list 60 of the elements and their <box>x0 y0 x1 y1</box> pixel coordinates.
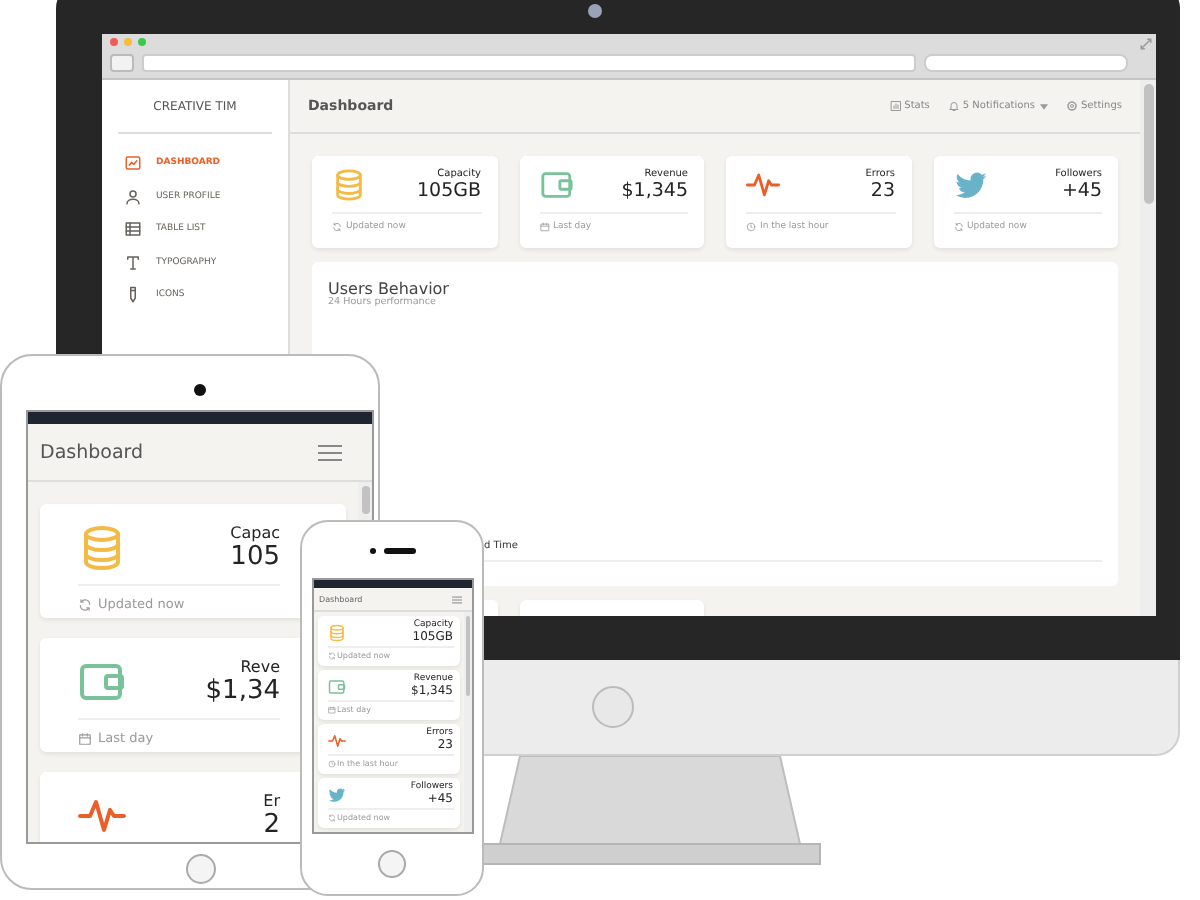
stat-label: Er <box>263 792 280 810</box>
chart-title: Users Behavior <box>328 280 451 298</box>
stat-label: Reve <box>240 658 280 676</box>
minimize-window-icon[interactable] <box>124 38 132 46</box>
stat-value: $1,345 <box>621 180 688 202</box>
stat-value: 23 <box>870 180 895 202</box>
page-title: Dashboard <box>40 441 144 463</box>
speaker-slot <box>383 547 415 553</box>
user-icon <box>124 187 142 205</box>
wallet-icon <box>539 168 573 202</box>
scrollbar[interactable] <box>358 482 372 520</box>
bird-icon <box>953 168 987 202</box>
calendar-icon <box>78 731 92 745</box>
power-button[interactable] <box>591 686 633 728</box>
maximize-window-icon[interactable] <box>138 38 146 46</box>
refresh-icon <box>332 222 342 232</box>
menu-icon[interactable] <box>318 443 342 461</box>
home-button[interactable] <box>185 854 215 884</box>
database-icon <box>327 623 345 641</box>
address-bar[interactable] <box>142 54 916 72</box>
stat-label: Capac <box>230 524 280 542</box>
camera-dot <box>194 384 206 396</box>
wallet-icon <box>327 677 345 695</box>
scrollbar[interactable] <box>1140 80 1156 616</box>
database-icon <box>78 524 126 572</box>
bar-chart-icon <box>889 100 902 112</box>
stat-value: +45 <box>1061 180 1102 202</box>
pencil-icon <box>124 286 142 304</box>
stat-value: 2 <box>263 810 280 840</box>
stat-value: 105GB <box>416 180 481 202</box>
calendar-icon <box>327 705 335 713</box>
bell-icon <box>947 100 960 112</box>
stat-value: 105 <box>230 542 280 572</box>
refresh-icon <box>327 651 335 659</box>
refresh-icon <box>953 222 963 232</box>
refresh-icon <box>78 597 92 611</box>
clock-icon <box>746 222 756 232</box>
home-button[interactable] <box>378 850 406 878</box>
close-window-icon[interactable] <box>110 38 118 46</box>
fullscreen-icon[interactable] <box>1140 38 1152 50</box>
scrollbar[interactable] <box>463 612 471 832</box>
table-icon <box>124 220 142 238</box>
letter-t-icon <box>124 253 142 271</box>
bird-icon <box>327 785 345 803</box>
chart-panel-icon <box>124 154 142 172</box>
refresh-icon <box>327 813 335 821</box>
clock-icon <box>327 759 335 767</box>
menu-icon[interactable] <box>451 595 461 603</box>
calendar-icon <box>539 222 549 232</box>
search-field[interactable] <box>924 54 1128 72</box>
stat-value: $1,34 <box>205 676 280 706</box>
database-icon <box>332 168 366 202</box>
pulse-icon <box>327 731 345 749</box>
caret-icon <box>1039 103 1048 109</box>
pulse-icon <box>746 168 780 202</box>
camera-dot <box>588 4 602 18</box>
wallet-icon <box>78 658 126 706</box>
settings-icon <box>1065 100 1078 112</box>
back-forward-buttons[interactable] <box>110 54 134 72</box>
camera-dot <box>369 547 375 553</box>
